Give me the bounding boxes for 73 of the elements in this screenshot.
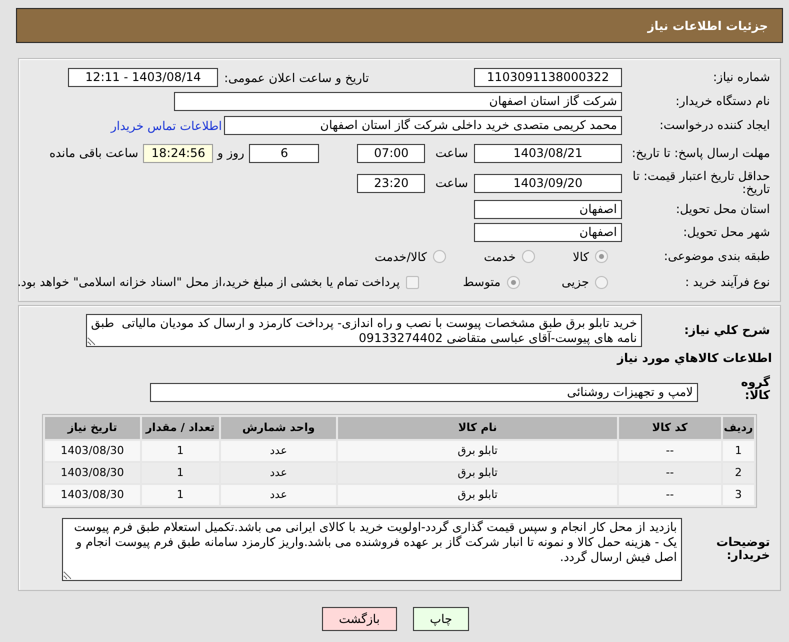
value-field: 07:00 bbox=[357, 144, 426, 162]
field-label: ایجاد کننده درخواست: bbox=[658, 119, 771, 132]
column-header: ردیف bbox=[722, 417, 754, 439]
field-label: توضیحات خریدار: bbox=[715, 536, 771, 562]
table-cell: 1 bbox=[142, 485, 219, 505]
value-field: محمد کریمی متصدی خرید داخلی شرکت گاز استان اصفهان bbox=[224, 116, 622, 135]
back-button[interactable]: بازگشت bbox=[322, 607, 397, 631]
table-cell: 1403/08/30 bbox=[45, 463, 140, 483]
field-label: گروه کالا: bbox=[740, 376, 771, 402]
field-label: نوع فرآیند خرید : bbox=[684, 276, 771, 288]
value-field: 1403/08/14 - 12:11 bbox=[68, 68, 218, 87]
page-title: جزئیات اطلاعات نیاز bbox=[647, 18, 768, 34]
table-cell: تابلو برق bbox=[338, 485, 617, 505]
radio-button[interactable] bbox=[432, 250, 446, 263]
column-header: تاریخ نیاز bbox=[45, 417, 140, 439]
value-field: 1403/09/20 bbox=[474, 174, 622, 192]
column-header: واحد شمارش bbox=[220, 417, 336, 439]
contact-link[interactable]: اطلاعات تماس خریدار bbox=[110, 116, 222, 134]
field-label: تاریخ و ساعت اعلان عمومی: bbox=[224, 70, 369, 86]
field-label: حداقل تاریخ اعتبار قیمت: تا تاریخ: bbox=[632, 170, 771, 196]
table-cell: -- bbox=[618, 463, 721, 483]
field-label: شرح کلي نياز: bbox=[683, 324, 771, 336]
table-cell: عدد bbox=[220, 463, 336, 483]
table-cell: 3 bbox=[722, 485, 754, 505]
description-field[interactable]: خرید تابلو برق طبق مشخصات پیوست با نصب و راه اندازی- پرداخت کارمزد و ارسال کد مودیان مالیاتی طبق نامه های پیوست-آقای عباسی متقاضی 09133274402 bbox=[86, 314, 642, 346]
field-label: مهلت ارسال پاسخ: تا تاریخ: bbox=[630, 146, 771, 160]
option-label: کالا bbox=[572, 248, 589, 266]
table-cell: 1 bbox=[722, 441, 754, 461]
value-field: اصفهان bbox=[474, 223, 622, 242]
table-cell: عدد bbox=[220, 441, 336, 461]
field-label: طبقه بندی موضوعی: bbox=[662, 250, 771, 263]
radio-button[interactable] bbox=[506, 276, 520, 288]
option-label: متوسط bbox=[462, 274, 501, 291]
value-field: 6 bbox=[249, 144, 320, 162]
option-label: جزیی bbox=[562, 274, 589, 291]
field-label: ساعت باقی مانده bbox=[49, 145, 138, 162]
field-label: روز و bbox=[217, 145, 244, 162]
table-cell: 1403/08/30 bbox=[45, 441, 140, 461]
section-title: اطلاعات کالاهاي مورد نياز bbox=[617, 350, 772, 367]
print-button[interactable]: چاپ bbox=[412, 607, 470, 631]
value-field: 23:20 bbox=[357, 174, 426, 192]
table-cell: 1403/08/30 bbox=[45, 485, 140, 505]
table-cell: -- bbox=[618, 485, 721, 505]
table-cell: تابلو برق bbox=[338, 463, 617, 483]
field-label: استان محل تحویل: bbox=[674, 203, 771, 216]
table-cell: عدد bbox=[220, 485, 336, 505]
value-field: شرکت گاز استان اصفهان bbox=[174, 92, 622, 111]
value-field: لامپ و تجهیزات روشنائی bbox=[150, 383, 698, 402]
value-field: 1403/08/21 bbox=[474, 144, 622, 162]
table-cell: تابلو برق bbox=[338, 441, 617, 461]
value-field: 18:24:56 bbox=[143, 144, 214, 162]
table-cell: 1 bbox=[142, 463, 219, 483]
column-header: کد کالا bbox=[618, 417, 721, 439]
checkbox-label: پرداخت تمام یا بخشی از مبلغ خرید،از محل "اسناد خزانه اسلامی" خواهد بود. bbox=[17, 274, 400, 291]
field-label: شماره نیاز: bbox=[712, 71, 771, 84]
field-label: نام دستگاه خریدار: bbox=[674, 95, 771, 108]
field-label: ساعت bbox=[435, 175, 468, 192]
table-cell: -- bbox=[618, 441, 721, 461]
radio-button[interactable] bbox=[595, 276, 608, 288]
field-label: ساعت bbox=[435, 145, 468, 162]
checkbox[interactable] bbox=[406, 276, 419, 288]
column-header: نام کالا bbox=[338, 417, 617, 439]
radio-button[interactable] bbox=[595, 250, 608, 263]
option-label: خدمت bbox=[484, 248, 516, 266]
field-label: شهر محل تحویل: bbox=[682, 226, 771, 239]
table-cell: 1 bbox=[142, 441, 219, 461]
radio-button[interactable] bbox=[522, 250, 535, 263]
table-cell: 2 bbox=[722, 463, 754, 483]
column-header: تعداد / مقدار bbox=[142, 417, 219, 439]
option-label: کالا/خدمت bbox=[374, 248, 427, 266]
value-field: اصفهان bbox=[474, 200, 622, 219]
notes-field[interactable]: بازدید از محل کار انجام و سپس قیمت گذاری گردد-اولویت خرید با کالای ایرانی می باشد.تکمیل استعلام طبق فرم پیوست یک - هزینه حمل کالا و نمونه تا انبار شرکت گاز بر عهده فروشنده می باشد.واریز کارمزد سامانه طبق فرم پیوست انجام و اصل فیش ارسال گردد. bbox=[62, 518, 682, 580]
value-field: 1103091138000322 bbox=[474, 68, 622, 87]
